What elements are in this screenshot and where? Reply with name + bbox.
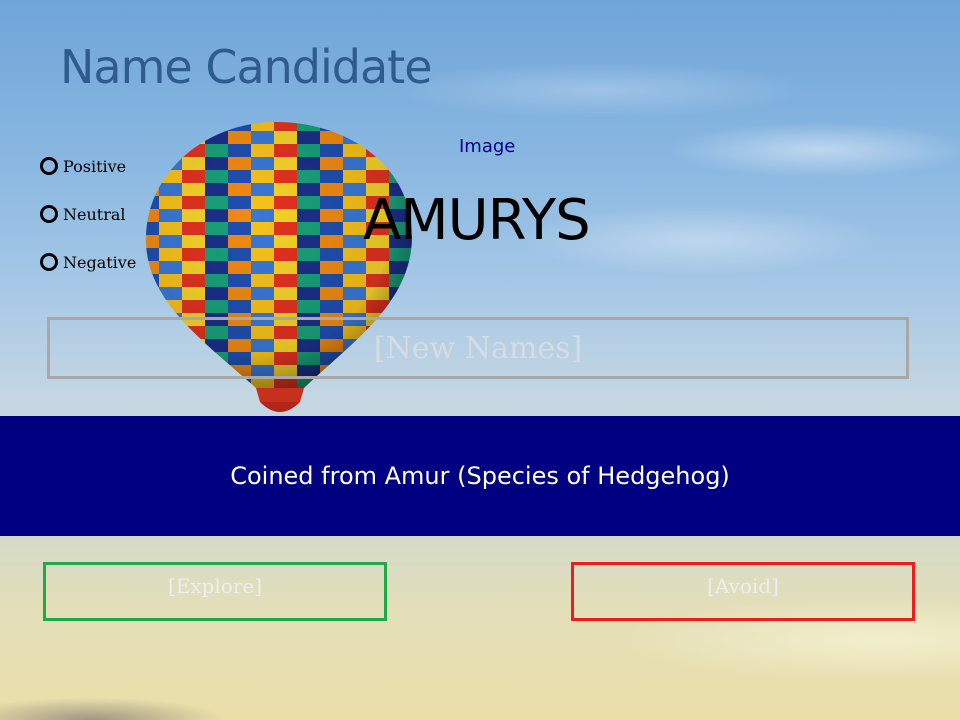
page-title: Name Candidate: [60, 40, 432, 94]
radio-positive-label: Positive: [63, 156, 127, 176]
avoid-button[interactable]: [Avoid]: [571, 562, 915, 621]
new-names-field[interactable]: [New Names]: [47, 317, 909, 379]
origin-text: Coined from Amur (Species of Hedgehog): [230, 462, 730, 490]
explore-button[interactable]: [Explore]: [43, 562, 387, 621]
radio-negative[interactable]: Negative: [40, 238, 136, 286]
radio-circle-icon[interactable]: [40, 157, 58, 175]
image-label: Image: [459, 136, 516, 157]
origin-banner: Coined from Amur (Species of Hedgehog): [0, 416, 960, 536]
radio-negative-label: Negative: [63, 252, 137, 272]
radio-neutral-label: Neutral: [63, 204, 126, 224]
radio-circle-icon[interactable]: [40, 253, 58, 271]
candidate-name: AMURYS: [363, 188, 591, 253]
radio-positive[interactable]: Positive: [40, 142, 136, 190]
radio-neutral[interactable]: Neutral: [40, 190, 136, 238]
radio-circle-icon[interactable]: [40, 205, 58, 223]
sentiment-radio-group: Positive Neutral Negative: [40, 142, 136, 286]
